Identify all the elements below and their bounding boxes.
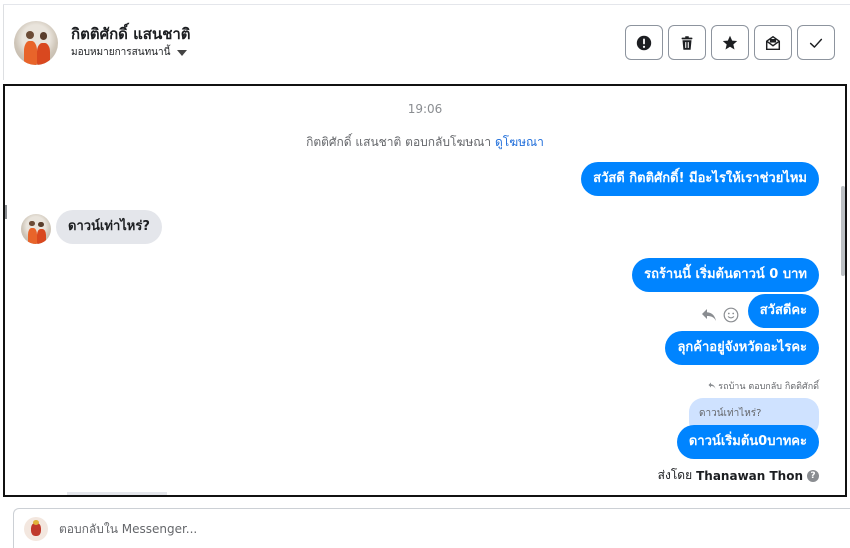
delete-button[interactable] (668, 25, 706, 60)
message-hover-tools (701, 307, 739, 323)
view-ad-link[interactable]: ดูโฆษณา (495, 135, 544, 149)
mail-open-icon (765, 35, 781, 50)
sent-by-label: ส่งโดย (657, 468, 693, 482)
message-timestamp: 19:06 (407, 102, 443, 116)
star-button[interactable] (711, 25, 749, 60)
contact-avatar[interactable] (14, 21, 58, 65)
message-thread[interactable]: 19:06 กิตติศักดิ์ แสนชาติ ตอบกลับโฆษณา ด… (3, 84, 847, 497)
ad-reply-text: กิตติศักดิ์ แสนชาติ ตอบกลับโฆษณา (306, 135, 492, 149)
alert-circle-icon (636, 35, 652, 50)
help-icon[interactable]: ? (807, 469, 819, 482)
divider (3, 4, 850, 5)
contact-avatar-small[interactable] (21, 214, 51, 244)
outgoing-message[interactable]: ลุกค้าอยู่จังหวัดอะไรคะ (665, 331, 819, 365)
ad-reply-notice: กิตติศักดิ์ แสนชาติ ตอบกลับโฆษณา ดูโฆษณา (5, 133, 845, 152)
outgoing-message[interactable]: ดาวน์เริ่มต้น0บาทคะ (676, 425, 819, 459)
outgoing-message[interactable]: สวัสดีคะ (747, 294, 819, 328)
reply-context-text: รถบ้าน ตอบกลับ กิตติศักดิ์ (718, 382, 819, 392)
conversation-actions (625, 25, 835, 60)
sent-by-info: ส่งโดย Thanawan Thon ? (658, 466, 819, 485)
assign-conversation-label: มอบหมายการสนทนานี้ (71, 47, 171, 58)
check-icon (809, 38, 823, 48)
conversation-header: กิตติศักดิ์ แสนชาติ มอบหมายการสนทนานี้ (0, 0, 850, 84)
caret-down-icon (177, 49, 188, 56)
report-spam-button[interactable] (625, 25, 663, 60)
smiley-reaction-icon[interactable] (723, 307, 739, 323)
reply-composer (13, 508, 850, 548)
divider (67, 492, 167, 495)
reply-icon[interactable] (701, 308, 717, 322)
scroll-marker (5, 205, 7, 219)
mark-unread-button[interactable] (754, 25, 792, 60)
page-avatar (24, 517, 48, 541)
contact-name[interactable]: กิตติศักดิ์ แสนชาติ (71, 22, 191, 46)
mark-done-button[interactable] (797, 25, 835, 60)
scrollbar[interactable] (841, 186, 845, 276)
trash-icon (681, 35, 693, 50)
star-icon (722, 35, 738, 49)
reply-context: รถบ้าน ตอบกลับ กิตติศักดิ์ (708, 379, 819, 393)
divider (3, 4, 4, 80)
inbox-conversation-view: กิตติศักดิ์ แสนชาติ มอบหมายการสนทนานี้ 1… (0, 0, 850, 548)
outgoing-message[interactable]: สวัสดี กิตติศักดิ์! มีอะไรให้เราช่วยไหม (581, 162, 819, 196)
reply-input[interactable] (59, 519, 759, 539)
incoming-message[interactable]: ดาวน์เท่าไหร่? (56, 210, 162, 244)
reply-small-icon (708, 382, 716, 389)
sender-name: Thanawan Thon (696, 468, 803, 483)
assign-conversation-dropdown[interactable]: มอบหมายการสนทนานี้ (71, 45, 188, 60)
outgoing-message[interactable]: รถร้านนี้ เริ่มต้นดาวน์ 0 บาท (632, 258, 819, 292)
